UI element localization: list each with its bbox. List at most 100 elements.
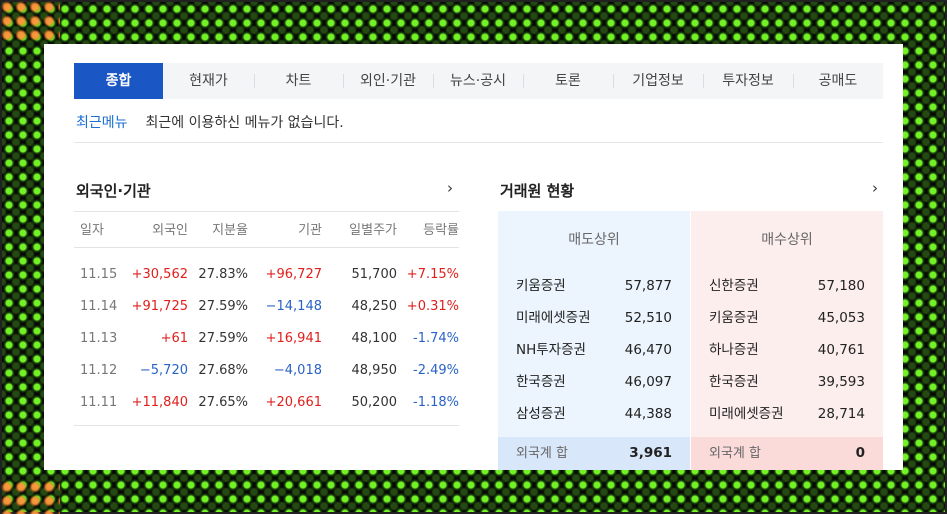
cell-price: 51,700 xyxy=(351,267,398,282)
broker-name: 신한증권 xyxy=(709,278,759,294)
tab-summary[interactable]: 종합 xyxy=(74,63,163,99)
cell-price: 48,100 xyxy=(351,331,398,346)
cell-institution: +16,941 xyxy=(265,331,322,346)
list-item: 한국증권 39,593 xyxy=(691,366,883,398)
tab-company-info[interactable]: 기업정보 xyxy=(613,63,703,99)
sum-value: 0 xyxy=(855,445,865,461)
tab-investment-info[interactable]: 투자정보 xyxy=(703,63,793,99)
cell-share: 27.59% xyxy=(198,331,248,346)
broker-volume: 44,388 xyxy=(624,406,672,422)
cell-foreign: +11,840 xyxy=(131,395,188,410)
cell-date: 11.15 xyxy=(80,267,118,282)
list-item: 한국증권 46,097 xyxy=(498,366,690,398)
table-header: 일자 외국인 지분율 기관 일별주가 등락률 xyxy=(74,211,459,248)
tab-discussion[interactable]: 토론 xyxy=(523,63,613,99)
broker-name: 하나증권 xyxy=(709,342,759,358)
cell-date: 11.14 xyxy=(80,299,118,314)
cell-price: 48,250 xyxy=(351,299,398,314)
sell-foreign-sum: 외국계 합 3,961 xyxy=(498,437,690,470)
list-item: 키움증권 45,053 xyxy=(691,302,883,334)
sum-value: 3,961 xyxy=(629,445,672,461)
cell-foreign: +91,725 xyxy=(131,299,188,314)
sum-label: 외국계 합 xyxy=(516,446,568,461)
broker-volume: 57,877 xyxy=(624,278,672,294)
list-item: 신한증권 57,180 xyxy=(691,270,883,302)
cell-change-rate: -2.49% xyxy=(413,363,459,378)
tab-short-selling[interactable]: 공매도 xyxy=(793,63,883,99)
broker-name: 미래에셋증권 xyxy=(709,406,784,422)
tab-current-price[interactable]: 현재가 xyxy=(163,63,254,99)
cell-change-rate: +0.31% xyxy=(406,299,459,314)
tab-news-disclosure[interactable]: 뉴스·공시 xyxy=(433,63,523,99)
cell-foreign: −5,720 xyxy=(139,363,188,378)
broker-volume: 39,593 xyxy=(817,374,865,390)
cell-institution: −4,018 xyxy=(273,363,322,378)
list-item: 키움증권 57,877 xyxy=(498,270,690,302)
broker-name: 키움증권 xyxy=(516,278,566,294)
broker-name: 미래에셋증권 xyxy=(516,310,591,326)
buy-foreign-sum: 외국계 합 0 xyxy=(691,437,883,470)
broker-name: 한국증권 xyxy=(516,374,566,390)
table-row: 11.14 +91,725 27.59% −14,148 48,250 +0.31% xyxy=(74,291,459,323)
sell-top-header: 매도상위 xyxy=(568,232,620,248)
broker-status-title[interactable]: 거래원 현황 xyxy=(500,180,574,201)
tab-chart[interactable]: 차트 xyxy=(254,63,343,99)
broker-name: 삼성증권 xyxy=(516,406,566,422)
cell-change-rate: -1.18% xyxy=(413,395,459,410)
list-item: 하나증권 40,761 xyxy=(691,334,883,366)
broker-volume: 46,097 xyxy=(624,374,672,390)
sell-top-list: 키움증권 57,877 미래에셋증권 52,510 NH투자증권 46,470 한국증권 46… xyxy=(498,269,690,430)
tab-foreign-institution[interactable]: 외인·기관 xyxy=(343,63,433,99)
sum-label: 외국계 합 xyxy=(709,446,761,461)
cell-share: 27.68% xyxy=(198,363,248,378)
buy-top-column: 매수상위 신한증권 57,180 키움증권 45,053 하나증권 40,761 한국증권 3… xyxy=(691,211,883,470)
broker-volume: 28,714 xyxy=(817,406,865,422)
recent-menu-message: 최근에 이용하신 메뉴가 없습니다. xyxy=(145,115,344,131)
header-foreign: 외국인 xyxy=(152,223,188,238)
broker-table: 매도상위 키움증권 57,877 미래에셋증권 52,510 NH투자증권 46,470 한… xyxy=(498,211,883,470)
cell-institution: −14,148 xyxy=(265,299,322,314)
cell-change-rate: -1.74% xyxy=(413,331,459,346)
list-item: 미래에셋증권 28,714 xyxy=(691,398,883,430)
background-led-orange xyxy=(0,0,60,40)
cell-share: 27.83% xyxy=(198,267,248,282)
header-institution: 기관 xyxy=(298,223,322,238)
broker-name: NH투자증권 xyxy=(516,342,586,358)
table-row: 11.12 −5,720 27.68% −4,018 48,950 -2.49% xyxy=(74,355,459,387)
broker-name: 한국증권 xyxy=(709,374,759,390)
chevron-right-icon[interactable]: › xyxy=(447,179,453,197)
recent-menu-label[interactable]: 최근메뉴 xyxy=(76,112,128,132)
cell-institution: +20,661 xyxy=(265,395,322,410)
header-date: 일자 xyxy=(80,223,104,238)
cell-change-rate: +7.15% xyxy=(406,267,459,282)
buy-top-header: 매수상위 xyxy=(761,232,813,248)
table-row: 11.13 +61 27.59% +16,941 48,100 -1.74% xyxy=(74,323,459,355)
divider xyxy=(74,142,883,143)
foreign-institution-title[interactable]: 외국인·기관 xyxy=(76,180,151,201)
header-change-rate: 등락률 xyxy=(423,223,459,238)
cell-share: 27.65% xyxy=(198,395,248,410)
broker-volume: 57,180 xyxy=(817,278,865,294)
cell-share: 27.59% xyxy=(198,299,248,314)
broker-name: 키움증권 xyxy=(709,310,759,326)
broker-volume: 45,053 xyxy=(817,310,865,326)
broker-volume: 52,510 xyxy=(624,310,672,326)
tab-bar: 종합 현재가 차트 외인·기관 뉴스·공시 토론 기업정보 투자정보 공매도 xyxy=(74,63,883,99)
cell-foreign: +30,562 xyxy=(131,267,188,282)
chevron-right-icon[interactable]: › xyxy=(872,179,878,197)
cell-institution: +96,727 xyxy=(265,267,322,282)
table-row: 11.11 +11,840 27.65% +20,661 50,200 -1.18% xyxy=(74,387,459,419)
buy-top-list: 신한증권 57,180 키움증권 45,053 하나증권 40,761 한국증권 39,593… xyxy=(691,269,883,430)
cell-foreign: +61 xyxy=(160,331,188,346)
list-item: 삼성증권 44,388 xyxy=(498,398,690,430)
cell-price: 50,200 xyxy=(351,395,398,410)
cell-date: 11.12 xyxy=(80,363,118,378)
list-item: NH투자증권 46,470 xyxy=(498,334,690,366)
cell-date: 11.11 xyxy=(80,395,118,410)
cell-price: 48,950 xyxy=(351,363,398,378)
cell-date: 11.13 xyxy=(80,331,118,346)
stock-info-panel: 종합 현재가 차트 외인·기관 뉴스·공시 토론 기업정보 투자정보 공매도 최… xyxy=(44,44,903,470)
foreign-institution-table: 일자 외국인 지분율 기관 일별주가 등락률 11.15 +30,562 27.83… xyxy=(74,211,459,426)
table-body: 11.15 +30,562 27.83% +96,727 51,700 +7.15% 11.… xyxy=(74,248,459,426)
table-row: 11.15 +30,562 27.83% +96,727 51,700 +7.15% xyxy=(74,259,459,291)
